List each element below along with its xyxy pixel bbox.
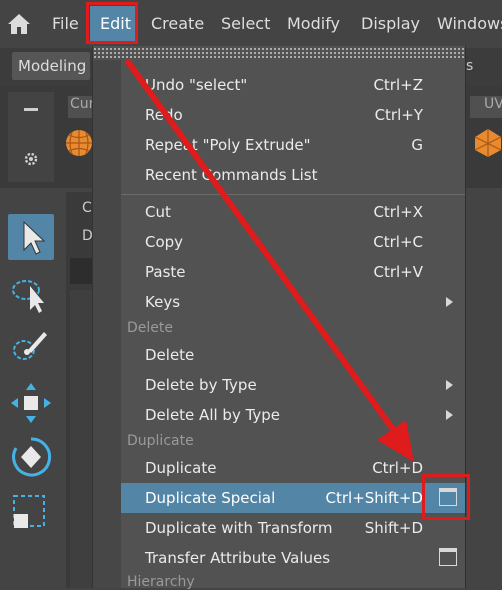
submenu-arrow-icon <box>446 297 453 307</box>
menu-item-duplicate[interactable]: Duplicate Ctrl+D <box>121 453 465 483</box>
menu-divider <box>121 194 465 195</box>
submenu-arrow-icon <box>446 410 453 420</box>
menu-item-copy[interactable]: Copy Ctrl+C <box>121 227 465 257</box>
menu-item-cut[interactable]: Cut Ctrl+X <box>121 197 465 227</box>
menu-item-shortcut: Shift+D <box>364 519 423 537</box>
menu-item-label: Delete by Type <box>145 376 257 394</box>
menu-item-undo[interactable]: Undo "select" Ctrl+Z <box>121 70 465 100</box>
annotation-box-edit <box>86 2 138 44</box>
section-header-delete: Delete <box>127 320 173 336</box>
menu-item-label: Redo <box>145 106 183 124</box>
menu-gutter <box>93 60 121 588</box>
menu-tear-off[interactable] <box>93 48 465 60</box>
menu-item-shortcut: G <box>411 136 423 154</box>
menu-item-shortcut: Ctrl+D <box>372 459 423 477</box>
menu-item-shortcut: Ctrl+Z <box>373 76 423 94</box>
home-icon[interactable] <box>6 12 32 36</box>
poly-sphere-icon[interactable] <box>64 128 94 158</box>
menu-item-delete-all-by-type[interactable]: Delete All by Type <box>121 400 465 430</box>
menu-item-label: Delete All by Type <box>145 406 281 424</box>
menu-item-label: Copy <box>145 233 184 251</box>
section-header-duplicate: Duplicate <box>127 433 194 449</box>
menu-item-shortcut: Ctrl+Shift+D <box>325 489 423 507</box>
rotate-icon <box>12 437 52 477</box>
menu-modify[interactable]: Modify <box>287 14 340 33</box>
menu-item-label: Repeat "Poly Extrude" <box>145 136 311 154</box>
mode-selector[interactable]: Modeling <box>12 52 90 80</box>
lasso-icon <box>12 280 44 313</box>
move-arrows-icon <box>11 383 51 423</box>
menu-item-label: Paste <box>145 263 186 281</box>
menu-item-shortcut: Ctrl+V <box>373 263 423 281</box>
paint-select-tool[interactable] <box>8 324 54 370</box>
menu-item-paste[interactable]: Paste Ctrl+V <box>121 257 465 287</box>
menu-item-label: Transfer Attribute Values <box>145 549 331 567</box>
menu-item-duplicate-with-transform[interactable]: Duplicate with Transform Shift+D <box>121 513 465 543</box>
menu-item-transfer-attribute-values[interactable]: Transfer Attribute Values <box>121 543 465 573</box>
menu-item-repeat[interactable]: Repeat "Poly Extrude" G <box>121 130 465 160</box>
select-tool[interactable] <box>8 214 54 260</box>
shelf-controls <box>8 92 54 182</box>
menu-item-label: Recent Commands List <box>145 166 318 184</box>
menu-item-shortcut: Ctrl+Y <box>374 106 423 124</box>
paint-brush-icon <box>13 332 47 360</box>
mode-selector-label: Modeling <box>18 57 87 75</box>
viewport-label-c: C <box>82 200 92 216</box>
main-menu-bar: File Edit Create Select Modify Display W… <box>0 0 502 48</box>
menu-item-shortcut: Ctrl+X <box>373 203 423 221</box>
menu-item-label: Cut <box>145 203 171 221</box>
status-line-fragment: s <box>466 58 474 74</box>
option-box-icon[interactable] <box>439 548 457 566</box>
menu-create[interactable]: Create <box>151 14 204 33</box>
menu-item-keys[interactable]: Keys <box>121 287 465 317</box>
menu-item-label: Duplicate with Transform <box>145 519 333 537</box>
shelf-tab-uv[interactable]: UV <box>470 96 502 118</box>
menu-item-recent-commands[interactable]: Recent Commands List <box>121 160 465 190</box>
menu-file[interactable]: File <box>52 14 79 33</box>
menu-select[interactable]: Select <box>221 14 270 33</box>
menu-item-label: Duplicate <box>145 459 217 477</box>
gear-icon[interactable] <box>22 150 40 168</box>
scale-icon <box>13 495 45 528</box>
annotation-box-option <box>422 474 470 520</box>
menu-item-label: Undo "select" <box>145 76 248 94</box>
menu-item-delete[interactable]: Delete <box>121 340 465 370</box>
rotate-tool[interactable] <box>8 434 54 480</box>
menu-item-label: Delete <box>145 346 195 364</box>
menu-windows[interactable]: Windows <box>437 14 502 33</box>
menu-item-redo[interactable]: Redo Ctrl+Y <box>121 100 465 130</box>
move-tool[interactable] <box>8 380 54 426</box>
edit-menu-dropdown: Undo "select" Ctrl+Z Redo Ctrl+Y Repeat … <box>92 46 466 590</box>
menu-item-label: Keys <box>145 293 181 311</box>
lasso-tool[interactable] <box>8 272 54 318</box>
menu-display[interactable]: Display <box>361 14 420 33</box>
menu-item-shortcut: Ctrl+C <box>373 233 423 251</box>
menu-item-duplicate-special[interactable]: Duplicate Special Ctrl+Shift+D <box>121 483 465 513</box>
menu-item-label: Duplicate Special <box>145 489 276 507</box>
scale-tool[interactable] <box>8 490 54 536</box>
select-arrow-icon <box>23 220 46 255</box>
poly-platonic-icon[interactable] <box>474 128 502 158</box>
submenu-arrow-icon <box>446 380 453 390</box>
collapse-handle[interactable] <box>24 108 38 111</box>
menu-item-delete-by-type[interactable]: Delete by Type <box>121 370 465 400</box>
